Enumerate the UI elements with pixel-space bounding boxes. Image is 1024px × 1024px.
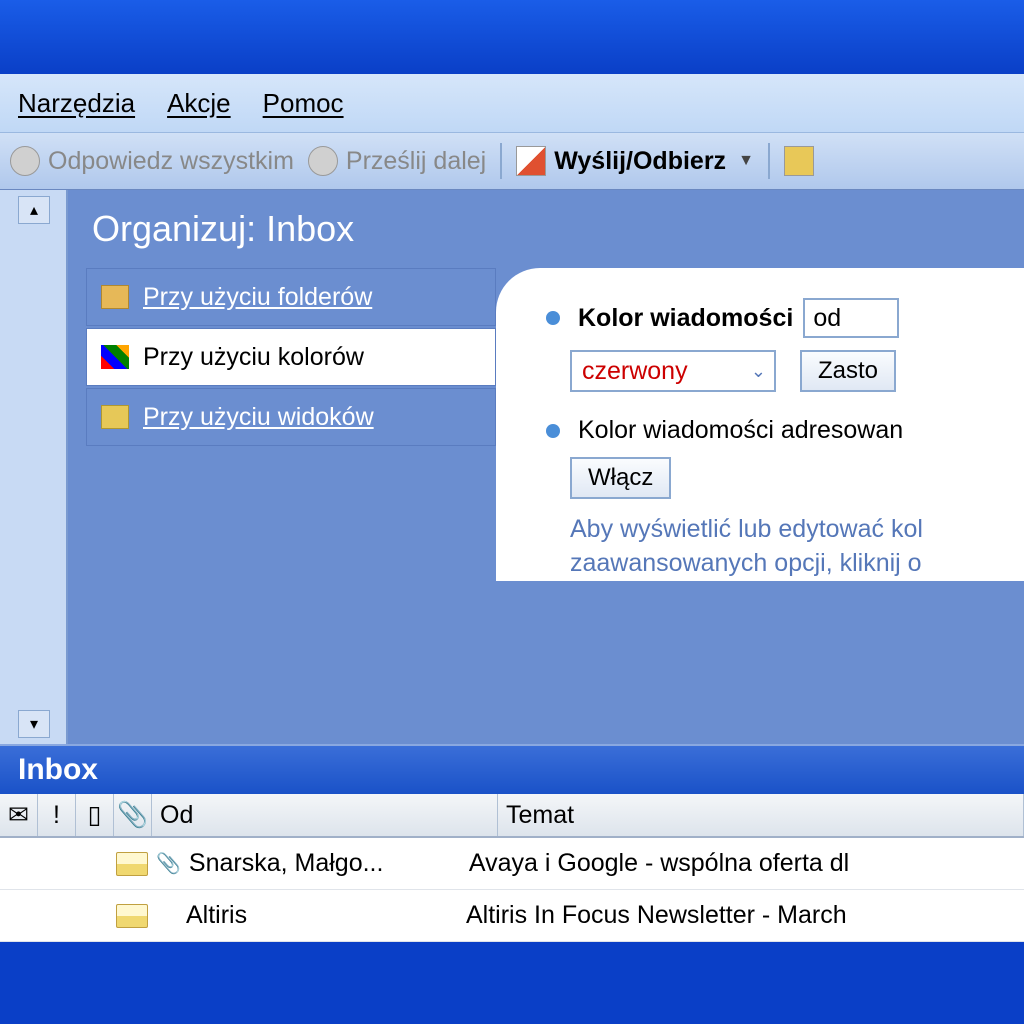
scroll-up-button[interactable]: ▴ xyxy=(18,196,50,224)
folders-icon xyxy=(101,285,129,309)
message-subject: Avaya i Google - wspólna oferta dl xyxy=(461,849,1024,878)
send-receive-icon xyxy=(516,146,546,176)
info-line2: zaawansowanych opcji, kliknij o xyxy=(570,549,922,577)
color-select[interactable]: czerwony ⌄ xyxy=(570,350,776,392)
envelope-icon xyxy=(116,904,148,928)
inbox-header: Inbox xyxy=(0,744,1024,794)
menu-tools[interactable]: Narzędzia xyxy=(18,88,135,119)
chevron-down-icon: ⌄ xyxy=(751,361,766,382)
apply-button[interactable]: Zasto xyxy=(800,350,896,392)
tab-views-label: Przy użyciu widoków xyxy=(143,403,374,432)
address-book-icon[interactable] xyxy=(784,146,814,176)
tab-views[interactable]: Przy użyciu widoków xyxy=(86,388,496,446)
col-subject[interactable]: Temat xyxy=(498,794,1024,836)
message-row[interactable]: 📎 Snarska, Małgo... Avaya i Google - wsp… xyxy=(0,838,1024,890)
bullet-icon xyxy=(546,424,560,438)
importance-icon: ! xyxy=(53,801,60,830)
message-subject: Altiris In Focus Newsletter - March xyxy=(458,901,1024,930)
forward-button[interactable]: Prześlij dalej xyxy=(308,146,486,176)
organize-panel: Kolor wiadomości od czerwony ⌄ Zasto Kol… xyxy=(496,268,1024,581)
envelope-icon xyxy=(116,852,148,876)
scroll-down-button[interactable]: ▾ xyxy=(18,710,50,738)
send-receive-label: Wyślij/Odbierz xyxy=(554,147,726,176)
colors-icon xyxy=(101,345,129,369)
paperclip-icon: 📎 xyxy=(117,801,148,830)
info-text: Aby wyświetlić lub edytować kol zaawanso… xyxy=(570,513,1024,581)
reply-all-label: Odpowiedz wszystkim xyxy=(48,147,294,176)
message-grid-header: ✉ ! ▯ 📎 Od Temat xyxy=(0,794,1024,838)
menu-bar: Narzędzia Akcje Pomoc xyxy=(0,74,1024,132)
reply-all-icon xyxy=(10,146,40,176)
col-icon[interactable]: ✉ xyxy=(0,794,38,836)
window-title-bar xyxy=(0,0,1024,74)
enable-button[interactable]: Włącz xyxy=(570,457,671,499)
col-from[interactable]: Od xyxy=(152,794,498,836)
organize-tabs: Przy użyciu folderów Przy użyciu kolorów… xyxy=(86,268,496,581)
message-row[interactable]: Altiris Altiris In Focus Newsletter - Ma… xyxy=(0,890,1024,942)
menu-help[interactable]: Pomoc xyxy=(263,88,344,119)
col-importance[interactable]: ! xyxy=(38,794,76,836)
page-icon: ▯ xyxy=(88,800,102,830)
addressed-label: Kolor wiadomości adresowan xyxy=(578,416,903,445)
from-input[interactable]: od xyxy=(803,298,899,338)
send-receive-button[interactable]: Wyślij/Odbierz ▼ xyxy=(516,146,754,176)
forward-label: Prześlij dalej xyxy=(346,147,486,176)
content-area: ▴ ▾ Organizuj: Inbox Przy użyciu folderó… xyxy=(0,190,1024,744)
col-attachment[interactable]: 📎 xyxy=(114,794,152,836)
organize-pane: Organizuj: Inbox Przy użyciu folderów Pr… xyxy=(68,190,1024,744)
forward-icon xyxy=(308,146,338,176)
organize-title: Organizuj: Inbox xyxy=(68,190,1024,268)
reply-all-button[interactable]: Odpowiedz wszystkim xyxy=(10,146,294,176)
envelope-col-icon: ✉ xyxy=(8,800,29,830)
tab-colors[interactable]: Przy użyciu kolorów xyxy=(86,328,496,386)
chevron-down-icon[interactable]: ▼ xyxy=(738,152,754,170)
toolbar-separator xyxy=(500,143,502,179)
tab-colors-label: Przy użyciu kolorów xyxy=(143,343,364,372)
message-from: Snarska, Małgo... xyxy=(181,849,461,878)
toolbar-separator xyxy=(768,143,770,179)
bullet-icon xyxy=(546,311,560,325)
tab-folders[interactable]: Przy użyciu folderów xyxy=(86,268,496,326)
col-type[interactable]: ▯ xyxy=(76,794,114,836)
message-from: Altiris xyxy=(178,901,458,930)
color-select-value: czerwony xyxy=(582,357,688,386)
menu-actions[interactable]: Akcje xyxy=(167,88,231,119)
toolbar: Odpowiedz wszystkim Prześlij dalej Wyśli… xyxy=(0,132,1024,190)
views-icon xyxy=(101,405,129,429)
tab-folders-label: Przy użyciu folderów xyxy=(143,283,372,312)
folder-pane: ▴ ▾ xyxy=(0,190,68,744)
info-line1: Aby wyświetlić lub edytować kol xyxy=(570,515,923,543)
color-msg-label: Kolor wiadomości xyxy=(578,304,793,333)
paperclip-icon: 📎 xyxy=(156,851,181,876)
